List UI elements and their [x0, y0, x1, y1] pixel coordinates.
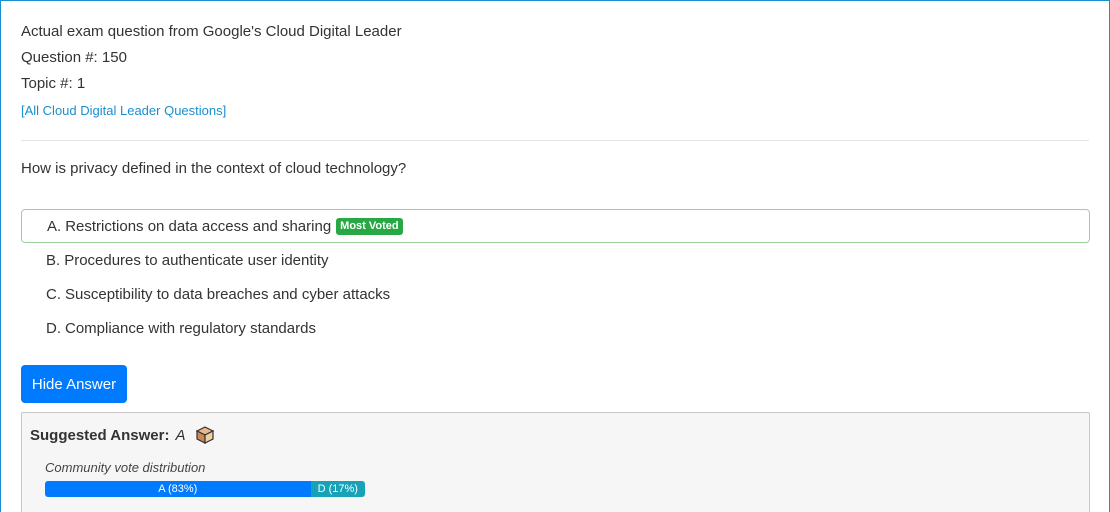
- suggested-answer-value: A: [175, 426, 186, 444]
- choice-letter: B.: [46, 251, 61, 269]
- all-questions-link[interactable]: [All Cloud Digital Leader Questions]: [21, 103, 226, 118]
- suggested-answer: Suggested Answer: A: [30, 425, 215, 445]
- topic-number: Topic #: 1: [21, 75, 86, 92]
- choice-letter: C.: [46, 285, 61, 303]
- box-icon[interactable]: [195, 425, 215, 445]
- choice-letter: D.: [46, 319, 61, 337]
- divider: [21, 140, 1089, 141]
- choice-c[interactable]: C. Susceptibility to data breaches and c…: [21, 277, 1090, 311]
- vote-segment-a: A (83%): [45, 481, 311, 497]
- choice-text: Susceptibility to data breaches and cybe…: [65, 285, 391, 303]
- choice-letter: A.: [47, 217, 62, 235]
- question-number: Question #: 150: [21, 49, 127, 66]
- vote-distribution-bar: A (83%) D (17%): [45, 481, 365, 497]
- choice-d[interactable]: D. Compliance with regulatory standards: [21, 311, 1090, 345]
- choice-a[interactable]: A. Restrictions on data access and shari…: [21, 209, 1090, 243]
- question-card: Actual exam question from Google's Cloud…: [0, 0, 1110, 512]
- question-text: How is privacy defined in the context of…: [21, 160, 407, 177]
- choice-b[interactable]: B. Procedures to authenticate user ident…: [21, 243, 1090, 277]
- choice-text: Compliance with regulatory standards: [65, 319, 316, 337]
- suggested-answer-label: Suggested Answer:: [30, 426, 170, 444]
- exam-title: Actual exam question from Google's Cloud…: [21, 23, 402, 40]
- choice-text: Procedures to authenticate user identity: [64, 251, 329, 269]
- vote-segment-d: D (17%): [310, 481, 365, 497]
- vote-distribution-label: Community vote distribution: [45, 460, 206, 475]
- hide-answer-button[interactable]: Hide Answer: [21, 365, 127, 403]
- choice-text: Restrictions on data access and sharing: [65, 217, 332, 235]
- suggested-answer-box: Suggested Answer: A Community vote distr…: [21, 412, 1090, 512]
- most-voted-badge: Most Voted: [336, 217, 403, 235]
